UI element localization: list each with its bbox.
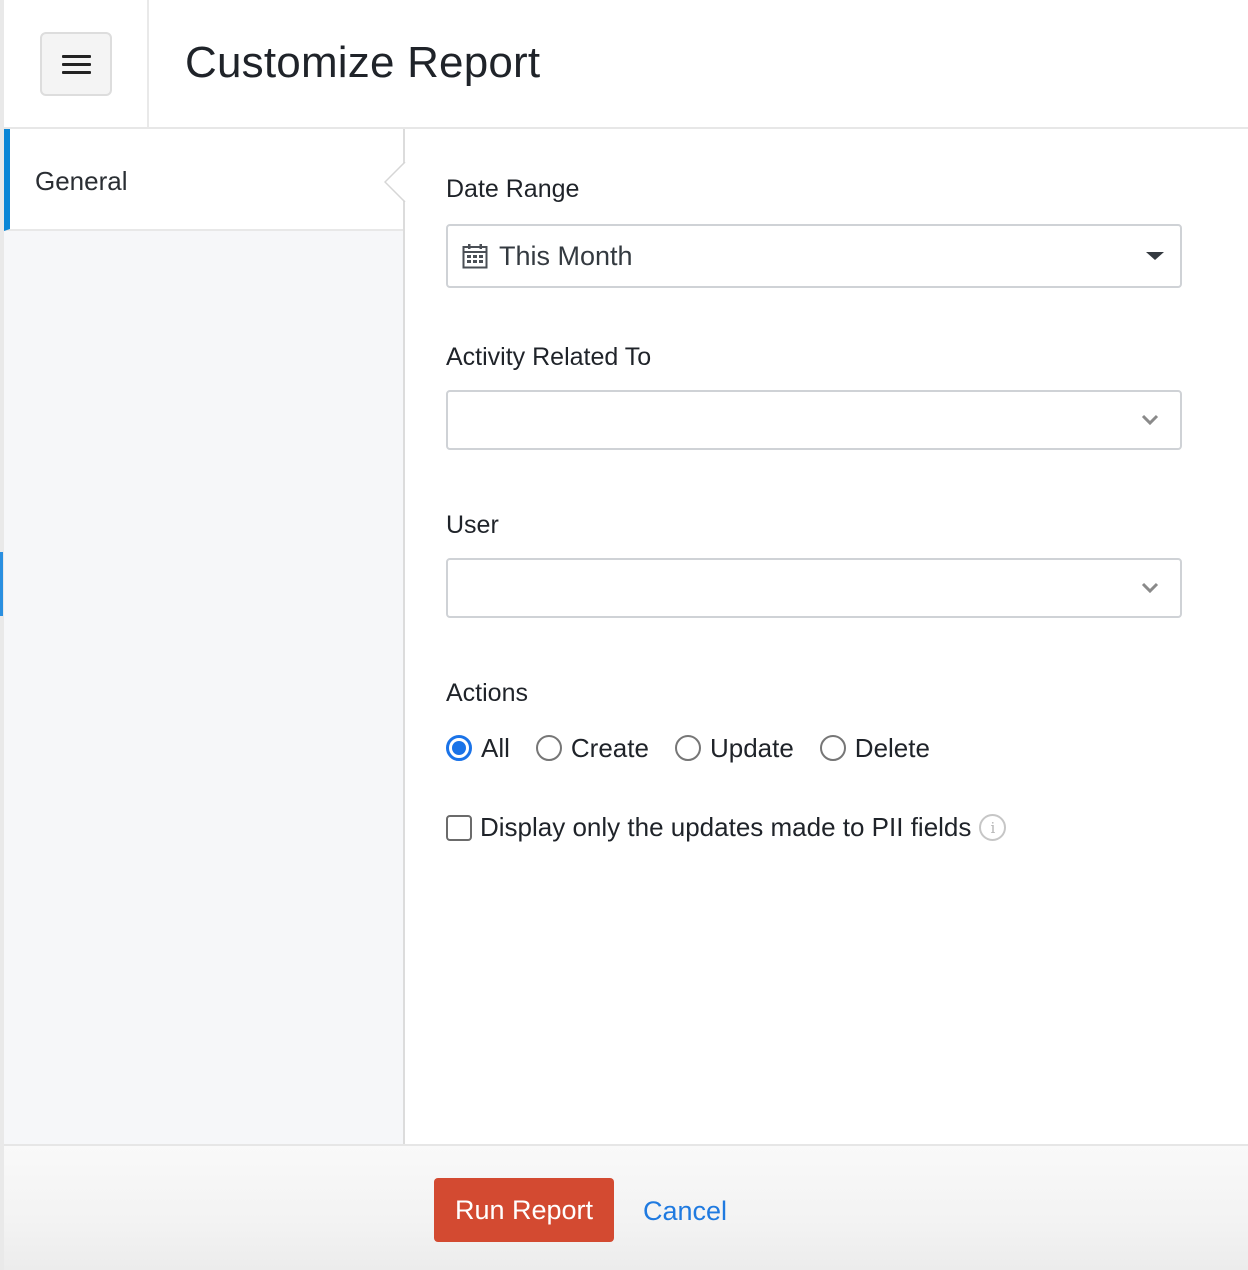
actions-radio-group: All Create Update Delete (446, 730, 956, 766)
sidebar-item-label: General (35, 166, 128, 196)
pii-checkbox-row: Display only the updates made to PII fie… (446, 812, 1007, 843)
menu-cell (4, 0, 149, 127)
radio-button[interactable] (535, 735, 562, 761)
action-radio-update[interactable]: Update (674, 732, 794, 764)
pii-checkbox-label[interactable]: Display only the updates made to PII fie… (480, 812, 971, 843)
caret-down-icon (1146, 252, 1164, 260)
chevron-down-icon (1141, 582, 1159, 594)
header: Customize Report (4, 0, 1248, 129)
action-radio-all[interactable]: All (446, 733, 510, 764)
action-radio-delete[interactable]: Delete (819, 732, 930, 764)
activity-related-to-select[interactable] (446, 390, 1182, 450)
user-select[interactable] (446, 558, 1182, 618)
date-range-label: Date Range (446, 175, 580, 203)
actions-label: Actions (446, 679, 528, 707)
pii-checkbox[interactable] (446, 814, 472, 841)
hamburger-menu-icon (61, 54, 91, 74)
radio-button[interactable] (674, 735, 701, 761)
radio-button[interactable] (819, 735, 846, 761)
menu-toggle-button[interactable] (40, 32, 112, 96)
radio-label: Create (570, 732, 649, 763)
activity-related-to-label: Activity Related To (446, 343, 652, 371)
radio-label: All (481, 732, 510, 763)
radio-label: Update (709, 732, 794, 763)
resize-handle[interactable] (0, 552, 3, 616)
footer: Run Report Cancel (4, 1144, 1248, 1270)
run-report-button[interactable]: Run Report (434, 1178, 614, 1242)
user-label: User (446, 511, 499, 539)
action-radio-create[interactable]: Create (535, 732, 649, 764)
active-tab-pointer (384, 162, 406, 202)
sidebar-item-general[interactable]: General (4, 129, 403, 231)
date-range-value: This Month (499, 241, 633, 271)
radio-button-checked[interactable] (446, 735, 472, 761)
cancel-link[interactable]: Cancel (643, 1196, 727, 1227)
chevron-down-icon (1141, 414, 1159, 426)
report-form: Date Range This Month Activity Related T… (406, 129, 1248, 1144)
calendar-icon (462, 244, 488, 269)
radio-label: Delete (854, 732, 930, 763)
info-icon[interactable]: i (979, 814, 1007, 841)
page-title: Customize Report (185, 38, 541, 87)
date-range-select[interactable]: This Month (446, 224, 1182, 288)
sidebar: General (4, 129, 405, 1144)
